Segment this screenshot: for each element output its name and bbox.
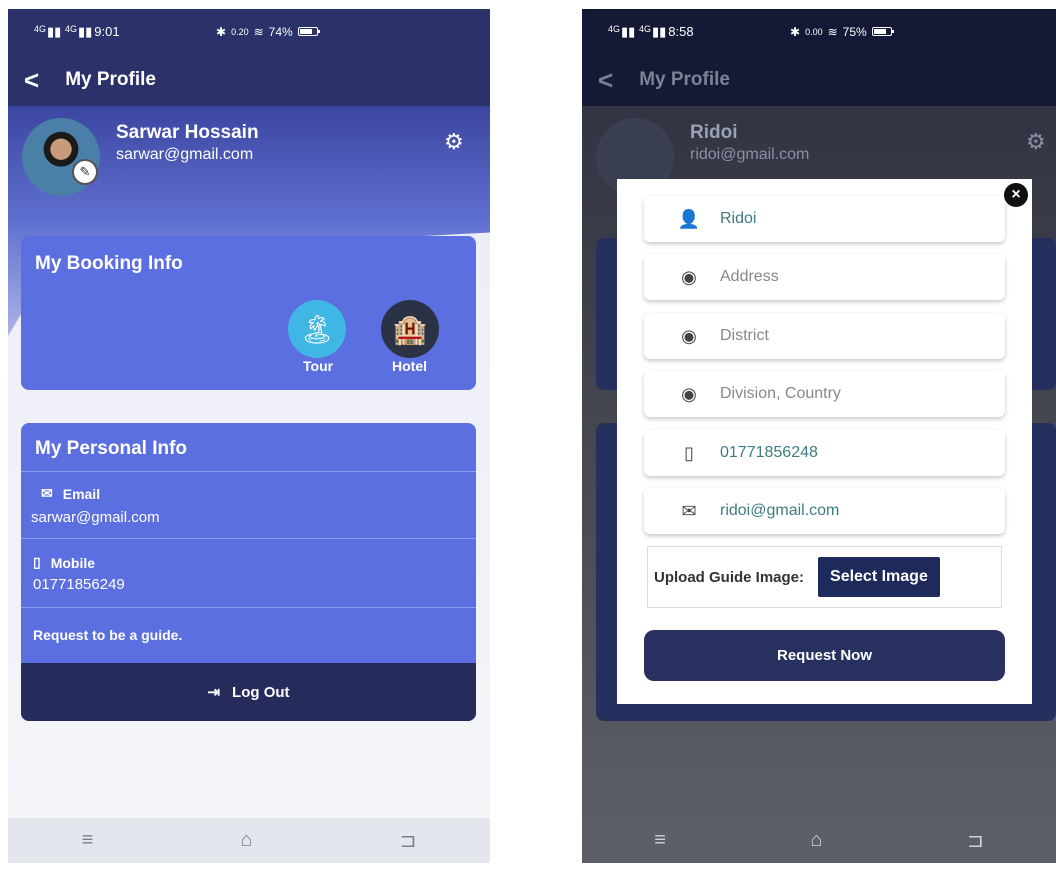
- status-bar: 4G▮▮ 4G▮▮ 9:01 ✱ 0.20 ≋ 74%: [8, 9, 490, 54]
- location-icon: ◉: [681, 383, 697, 404]
- mobile-value: 01771856249: [33, 576, 125, 593]
- bluetooth-icon: ✱: [216, 24, 227, 39]
- hotel-label[interactable]: Hotel: [392, 358, 427, 374]
- return-icon[interactable]: ⊐: [400, 828, 417, 853]
- email-field[interactable]: ✉ ridoi@gmail.com: [644, 488, 1005, 534]
- user-name: Ridoi: [690, 122, 738, 143]
- logout-icon: ⇥: [207, 684, 221, 701]
- return-icon[interactable]: ⊐: [967, 828, 984, 853]
- status-time: 8:58: [668, 24, 694, 39]
- user-email: sarwar@gmail.com: [116, 146, 254, 163]
- guide-request-modal: 👤 Ridoi ◉ Address ◉ District ◉ Division, Cou…: [617, 179, 1032, 704]
- wifi-icon: ≋: [253, 24, 264, 39]
- logout-button[interactable]: ⇥ Log Out: [21, 663, 476, 721]
- battery-percent: 75%: [842, 24, 867, 39]
- person-icon: 👤: [677, 208, 701, 229]
- booking-card: My Booking Info 🏝 Tour 🏨 Hotel: [21, 236, 476, 390]
- address-field[interactable]: ◉ Address: [644, 254, 1005, 300]
- toolbar: < My Profile: [582, 54, 1056, 106]
- email-icon: ✉: [681, 500, 697, 521]
- battery-icon: [871, 27, 894, 36]
- personal-info-card: My Personal Info ✉ Email sarwar@gmail.com…: [21, 423, 476, 721]
- wifi-icon: ≋: [827, 24, 838, 39]
- bluetooth-icon: ✱: [790, 24, 801, 39]
- request-now-button[interactable]: Request Now: [644, 630, 1005, 681]
- select-image-button[interactable]: Select Image: [818, 557, 940, 597]
- user-email: ridoi@gmail.com: [690, 146, 810, 163]
- upload-label: Upload Guide Image:: [654, 568, 805, 586]
- email-row: ✉ Email sarwar@gmail.com: [21, 471, 476, 538]
- tour-label[interactable]: Tour: [303, 358, 333, 374]
- page-title: My Profile: [65, 69, 156, 90]
- back-icon[interactable]: <: [598, 67, 613, 93]
- location-icon: ◉: [681, 325, 697, 346]
- mobile-row: ▯ Mobile 01771856249: [21, 538, 476, 607]
- system-navbar: ≡ ⌂ ⊐: [582, 818, 1056, 863]
- email-icon: ✉: [41, 485, 53, 501]
- profile-edit-screen: 4G▮▮ 4G▮▮ 8:58 ✱ 0.00 ≋ 75% < My Profile…: [582, 9, 1056, 863]
- hotel-icon[interactable]: 🏨: [381, 300, 439, 358]
- email-value: sarwar@gmail.com: [31, 509, 160, 526]
- edit-icon[interactable]: ✎: [72, 159, 98, 185]
- network-speed: 0.20: [231, 26, 249, 37]
- tour-icon[interactable]: 🏝: [288, 300, 346, 358]
- phone-icon: ▯: [684, 442, 694, 463]
- app-header: 4G▮▮ 4G▮▮ 9:01 ✱ 0.20 ≋ 74% < My Profile: [8, 9, 490, 106]
- toolbar: < My Profile: [8, 54, 490, 106]
- guide-request-link[interactable]: Request to be a guide.: [21, 607, 476, 663]
- system-navbar: ≡ ⌂ ⊐: [8, 818, 490, 863]
- network-speed: 0.00: [805, 26, 823, 37]
- mobile-label-row: ▯ Mobile: [33, 554, 96, 571]
- name-field[interactable]: 👤 Ridoi: [644, 196, 1005, 242]
- back-icon[interactable]: <: [24, 67, 39, 93]
- signal-icon: 4G▮▮ 4G▮▮: [34, 23, 93, 39]
- menu-icon[interactable]: ≡: [82, 829, 94, 852]
- booking-title: My Booking Info: [35, 253, 183, 274]
- upload-image-section: Upload Guide Image: Select Image: [647, 546, 1002, 608]
- user-name: Sarwar Hossain: [116, 122, 259, 143]
- status-time: 9:01: [94, 24, 120, 39]
- email-label-row: ✉ Email: [41, 485, 101, 502]
- gear-icon[interactable]: ⚙: [444, 129, 464, 155]
- close-icon[interactable]: ×: [1004, 183, 1028, 207]
- home-icon[interactable]: ⌂: [810, 829, 822, 852]
- battery-icon: [297, 27, 320, 36]
- status-bar: 4G▮▮ 4G▮▮ 8:58 ✱ 0.00 ≋ 75%: [582, 9, 1056, 54]
- gear-icon[interactable]: ⚙: [1026, 129, 1046, 155]
- battery-percent: 74%: [268, 24, 293, 39]
- app-header: 4G▮▮ 4G▮▮ 8:58 ✱ 0.00 ≋ 75% < My Profile: [582, 9, 1056, 106]
- phone-field[interactable]: ▯ 01771856248: [644, 430, 1005, 476]
- home-icon[interactable]: ⌂: [240, 829, 252, 852]
- profile-screen: 4G▮▮ 4G▮▮ 9:01 ✱ 0.20 ≋ 74% < My Profile…: [8, 9, 490, 863]
- location-icon: ◉: [681, 266, 697, 287]
- division-field[interactable]: ◉ Division, Country: [644, 371, 1005, 417]
- phone-icon: ▯: [33, 554, 41, 570]
- district-field[interactable]: ◉ District: [644, 313, 1005, 359]
- menu-icon[interactable]: ≡: [654, 829, 666, 852]
- personal-info-title: My Personal Info: [35, 438, 188, 459]
- page-title: My Profile: [639, 69, 730, 90]
- signal-icon: 4G▮▮ 4G▮▮: [608, 23, 667, 39]
